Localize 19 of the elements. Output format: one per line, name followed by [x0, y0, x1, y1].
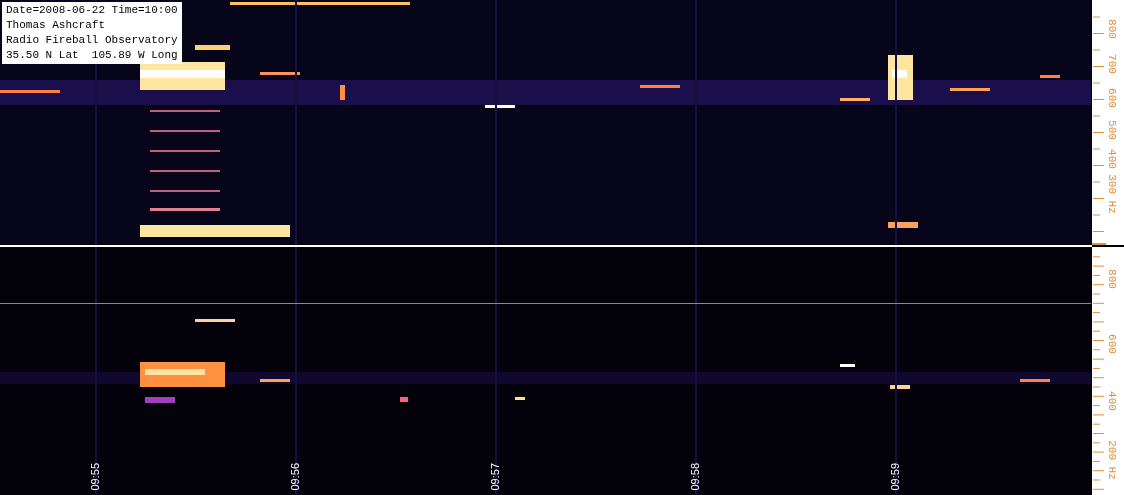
- frequency-label: 200 Hz: [1106, 440, 1118, 481]
- frequency-label: 700: [1106, 53, 1118, 74]
- frequency-label: 600: [1106, 333, 1118, 354]
- frequency-label: 800: [1106, 19, 1118, 40]
- info-text: Radio Fireball Observatory: [6, 33, 178, 48]
- info-text: 35.50 N Lat 105.89 W Long: [6, 48, 178, 63]
- info-text: Thomas Ashcraft: [6, 18, 107, 33]
- time-label: 09:57: [489, 463, 501, 491]
- frequency-label: 800: [1106, 269, 1118, 290]
- time-label: 09:56: [289, 463, 301, 491]
- frequency-label: 400: [1106, 149, 1118, 170]
- time-label: 09:55: [89, 463, 101, 491]
- info-text: Date=2008-06-22 Time=10:00: [6, 3, 178, 18]
- time-label: 09:58: [689, 463, 701, 491]
- frequency-label: 600: [1106, 88, 1118, 108]
- frequency-label: 300 Hz: [1106, 173, 1118, 214]
- frequency-label: 500: [1106, 119, 1118, 140]
- frequency-label: 400: [1106, 390, 1118, 411]
- time-label: 09:59: [889, 463, 901, 491]
